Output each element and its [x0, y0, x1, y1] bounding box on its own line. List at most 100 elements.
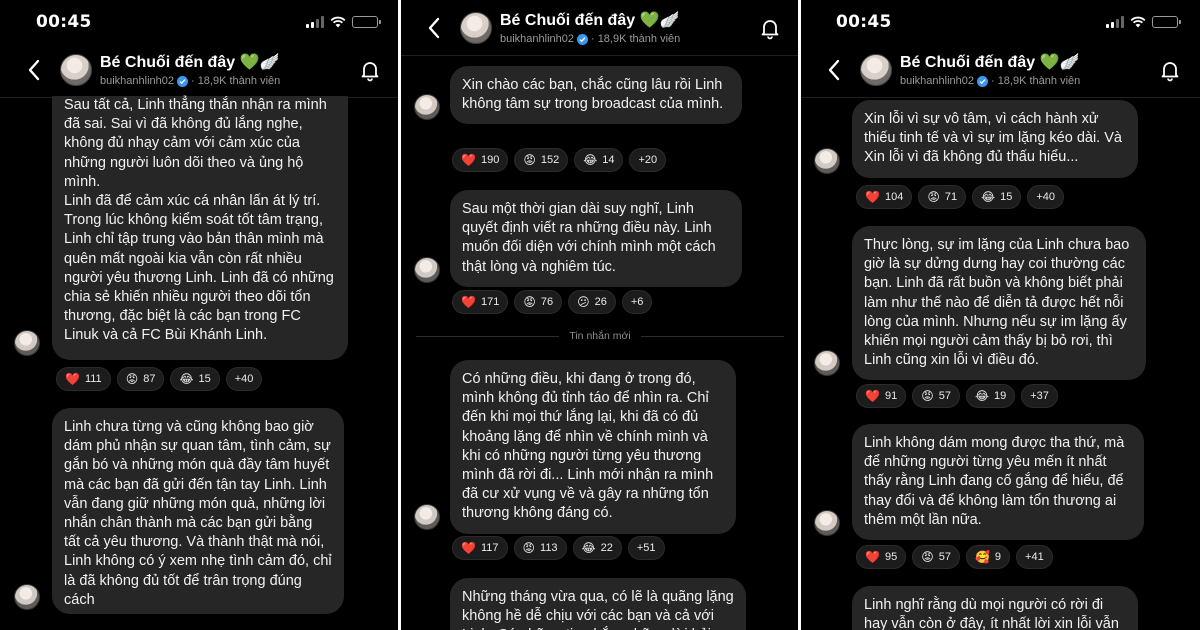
reaction-more[interactable]: +41 [1016, 545, 1053, 569]
reaction-chip[interactable]: 🥰 9 [965, 545, 1011, 569]
back-chevron-icon[interactable] [14, 50, 54, 90]
channel-username: buikhanhlinh02 [500, 33, 575, 45]
screenshot-collage: 00:45 Bé Chuối đến đây 💚🪽 buikhanhlinh02… [0, 0, 1200, 630]
message-bubble[interactable]: Xin chào các bạn, chắc cũng lâu rồi Linh… [450, 66, 742, 125]
signal-icon [306, 16, 324, 28]
channel-username: buikhanhlinh02 [100, 75, 175, 87]
status-bar: 00:45 [36, 10, 381, 34]
channel-avatar[interactable] [60, 53, 92, 86]
reaction-chip[interactable]: 😂 14 [574, 148, 624, 172]
reaction-chip[interactable]: 😡 57 [912, 545, 960, 569]
sender-avatar [14, 330, 40, 356]
reaction-bar: ❤️ 95 😡 57 🥰 9 +41 [856, 545, 1053, 569]
member-count: 18,9K thành viên [597, 33, 681, 45]
panel-left: 00:45 Bé Chuối đến đây 💚🪽 buikhanhlinh02… [0, 0, 400, 630]
sender-avatar [414, 94, 440, 121]
reaction-bar: ❤️ 190 😡 152 😂 14 +20 [452, 148, 667, 172]
channel-username: buikhanhlinh02 [900, 75, 975, 87]
reaction-more[interactable]: +40 [1027, 185, 1065, 209]
battery-icon [352, 16, 381, 28]
message-bubble[interactable]: Sau một thời gian dài suy nghĩ, Linh quy… [450, 190, 742, 287]
reaction-chip[interactable]: 😡 57 [912, 384, 960, 408]
sender-avatar [814, 510, 840, 537]
reaction-chip[interactable]: 😂 15 [972, 185, 1022, 209]
panel-middle: Bé Chuối đến đây 💚🪽 buikhanhlinh02 · 18,9K… [400, 0, 800, 630]
sender-avatar [814, 350, 840, 377]
reaction-chip[interactable]: ❤️ 95 [856, 545, 907, 569]
member-count: 18,9K thành viên [197, 75, 281, 87]
reaction-chip[interactable]: 😂 22 [572, 536, 622, 560]
reaction-more[interactable]: +37 [1021, 384, 1058, 408]
bell-icon[interactable] [1158, 58, 1182, 82]
message-bubble[interactable]: Những tháng vừa qua, có lẽ là quãng lặng… [450, 578, 746, 630]
channel-title[interactable]: Bé Chuối đến đây 💚🪽 [900, 52, 1080, 72]
sender-avatar [414, 256, 440, 283]
message-bubble[interactable]: Sau tất cả, Linh thẳng thắn nhận ra mình… [52, 96, 348, 360]
message-row: Sau tất cả, Linh thẳng thắn nhận ra mình… [14, 96, 348, 360]
reaction-bar: ❤️ 117 😡 113 😂 22 +51 [452, 536, 665, 560]
reaction-chip[interactable]: 😕 26 [568, 290, 616, 314]
channel-title[interactable]: Bé Chuối đến đây 💚🪽 [100, 52, 280, 72]
reaction-more[interactable]: +20 [629, 148, 667, 172]
panel-separator [398, 0, 401, 630]
sender-avatar [814, 147, 840, 174]
reaction-chip[interactable]: 😡 87 [116, 367, 165, 391]
reaction-chip[interactable]: ❤️ 117 [452, 536, 508, 560]
reaction-chip[interactable]: ❤️ 190 [452, 148, 509, 172]
sender-avatar [414, 503, 440, 530]
wifi-icon [1130, 16, 1146, 28]
reaction-chip[interactable]: ❤️ 111 [56, 367, 111, 391]
bell-icon[interactable] [358, 58, 382, 82]
reaction-chip[interactable]: ❤️ 104 [856, 185, 913, 209]
new-messages-divider: Tin nhắn mới [416, 330, 784, 342]
verified-badge-icon [177, 75, 189, 87]
message-row: Sau một thời gian dài suy nghĩ, Linh quy… [414, 190, 742, 287]
message-row: Linh không dám mong được tha thứ, mà để … [814, 424, 1144, 541]
wifi-icon [330, 16, 346, 28]
message-row: Linh chưa từng và cũng không bao giờ dám… [14, 408, 344, 614]
reaction-chip[interactable]: 😂 15 [170, 367, 220, 391]
reaction-more[interactable]: +40 [225, 367, 263, 391]
status-time: 00:45 [836, 12, 892, 32]
channel-header: Bé Chuối đến đây 💚🪽 buikhanhlinh02 · 18,9K… [800, 42, 1200, 98]
reaction-chip[interactable]: 😡 71 [918, 185, 967, 209]
back-chevron-icon[interactable] [414, 8, 454, 48]
message-bubble[interactable]: Linh nghĩ rằng dù mọi người có rời đi ha… [852, 586, 1138, 630]
battery-icon [1152, 16, 1181, 28]
message-bubble[interactable]: Xin lỗi vì sự vô tâm, vì cách hành xử th… [852, 100, 1138, 178]
reaction-bar: ❤️ 91 😡 57 😂 19 +37 [856, 384, 1058, 408]
reaction-bar: ❤️ 104 😡 71 😂 15 +40 [856, 185, 1065, 209]
reaction-bar: ❤️ 171 😡 76 😕 26 +6 [452, 290, 653, 314]
reaction-more[interactable]: +6 [621, 290, 653, 314]
message-bubble[interactable]: Có những điều, khi đang ở trong đó, mình… [450, 360, 736, 534]
reaction-chip[interactable]: 😡 76 [514, 290, 563, 314]
message-bubble[interactable]: Linh không dám mong được tha thứ, mà để … [852, 424, 1144, 541]
reaction-chip[interactable]: ❤️ 91 [856, 384, 907, 408]
channel-title[interactable]: Bé Chuối đến đây 💚🪽 [500, 10, 680, 30]
sender-avatar [14, 584, 40, 610]
status-time: 00:45 [36, 12, 92, 32]
channel-avatar[interactable] [860, 53, 892, 86]
message-row: Những tháng vừa qua, có lẽ là quãng lặng… [414, 578, 746, 630]
message-bubble[interactable]: Thực lòng, sự im lặng của Linh chưa bao … [852, 226, 1146, 381]
panel-separator [798, 0, 801, 630]
reaction-chip[interactable]: ❤️ 171 [452, 290, 509, 314]
message-bubble[interactable]: Linh chưa từng và cũng không bao giờ dám… [52, 408, 344, 614]
channel-header: Bé Chuối đến đây 💚🪽 buikhanhlinh02 · 18,9K… [0, 42, 400, 98]
reaction-bar: ❤️ 111 😡 87 😂 15 +40 [56, 367, 263, 391]
reaction-chip[interactable]: 😡 113 [513, 536, 567, 560]
channel-avatar[interactable] [460, 11, 492, 44]
reaction-more[interactable]: +51 [627, 536, 665, 560]
status-bar: 00:45 [836, 10, 1181, 34]
reaction-chip[interactable]: 😡 152 [514, 148, 569, 172]
message-row: Xin chào các bạn, chắc cũng lâu rồi Linh… [414, 66, 742, 125]
member-count: 18,9K thành viên [997, 75, 1081, 87]
reaction-chip[interactable]: 😂 19 [965, 384, 1016, 408]
verified-badge-icon [977, 75, 989, 87]
verified-badge-icon [577, 33, 589, 45]
bell-icon[interactable] [758, 16, 782, 40]
channel-header: Bé Chuối đến đây 💚🪽 buikhanhlinh02 · 18,9K… [400, 0, 800, 56]
message-row: Có những điều, khi đang ở trong đó, mình… [414, 360, 736, 534]
back-chevron-icon[interactable] [814, 50, 854, 90]
signal-icon [1106, 16, 1124, 28]
